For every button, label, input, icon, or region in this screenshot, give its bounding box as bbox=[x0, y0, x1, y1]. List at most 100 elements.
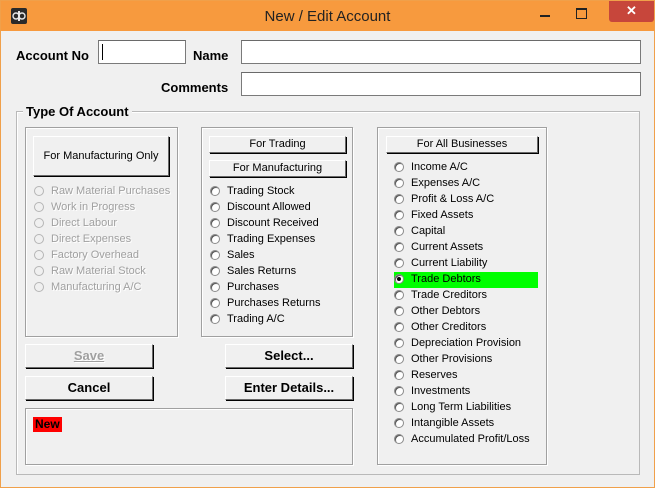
radio-current-liability[interactable]: Current Liability bbox=[394, 256, 538, 272]
radio-circle[interactable] bbox=[394, 434, 404, 444]
radio-circle[interactable] bbox=[394, 418, 404, 428]
radio-circle[interactable] bbox=[394, 290, 404, 300]
radio-circle[interactable] bbox=[394, 386, 404, 396]
radio-circle bbox=[34, 202, 44, 212]
radio-manufacturing-a-c: Manufacturing A/C bbox=[34, 280, 174, 296]
radio-label: Manufacturing A/C bbox=[51, 281, 142, 293]
radio-capital[interactable]: Capital bbox=[394, 224, 538, 240]
window: New / Edit Account Account No Name Comme… bbox=[0, 0, 655, 488]
radio-circle[interactable] bbox=[210, 234, 220, 244]
radio-purchases-returns[interactable]: Purchases Returns bbox=[210, 296, 348, 312]
radio-long-term-liabilities[interactable]: Long Term Liabilities bbox=[394, 400, 538, 416]
radio-label: Factory Overhead bbox=[51, 249, 140, 261]
for-all-businesses-button[interactable]: For All Businesses bbox=[386, 136, 538, 153]
radio-fixed-assets[interactable]: Fixed Assets bbox=[394, 208, 538, 224]
radio-raw-material-stock: Raw Material Stock bbox=[34, 264, 174, 280]
radio-label: Work in Progress bbox=[51, 201, 136, 213]
radio-expenses-a-c[interactable]: Expenses A/C bbox=[394, 176, 538, 192]
radio-purchases[interactable]: Purchases bbox=[210, 280, 348, 296]
radio-work-in-progress: Work in Progress bbox=[34, 200, 174, 216]
radio-label: Capital bbox=[411, 225, 446, 237]
for-manufacturing-only-button[interactable]: For Manufacturing Only bbox=[33, 136, 169, 176]
radio-label: Purchases bbox=[227, 281, 279, 293]
cancel-button[interactable]: Cancel bbox=[25, 376, 153, 400]
radio-label: Depreciation Provision bbox=[411, 337, 522, 349]
radio-other-debtors[interactable]: Other Debtors bbox=[394, 304, 538, 320]
radio-circle[interactable] bbox=[394, 338, 404, 348]
radio-label: Fixed Assets bbox=[411, 209, 474, 221]
radio-label: Expenses A/C bbox=[411, 177, 481, 189]
account-no-input[interactable] bbox=[98, 40, 186, 64]
radio-reserves[interactable]: Reserves bbox=[394, 368, 538, 384]
radio-circle bbox=[34, 234, 44, 244]
name-input[interactable] bbox=[241, 40, 641, 64]
maximize-icon[interactable] bbox=[568, 5, 594, 21]
radio-label: Trading Stock bbox=[227, 185, 295, 197]
radio-circle[interactable] bbox=[394, 242, 404, 252]
for-trading-button[interactable]: For Trading bbox=[209, 136, 346, 153]
radio-raw-material-purchases: Raw Material Purchases bbox=[34, 184, 174, 200]
title-bar[interactable]: New / Edit Account bbox=[1, 1, 654, 31]
radio-trading-stock[interactable]: Trading Stock bbox=[210, 184, 348, 200]
radio-circle[interactable] bbox=[394, 370, 404, 380]
radio-label: Current Liability bbox=[411, 257, 488, 269]
radio-label: Discount Allowed bbox=[227, 201, 311, 213]
radio-circle[interactable] bbox=[394, 226, 404, 236]
text-cursor bbox=[102, 44, 103, 60]
radio-sales-returns[interactable]: Sales Returns bbox=[210, 264, 348, 280]
radio-circle[interactable] bbox=[210, 186, 220, 196]
for-manufacturing-button[interactable]: For Manufacturing bbox=[209, 160, 346, 177]
radio-circle[interactable] bbox=[394, 210, 404, 220]
radio-circle bbox=[34, 186, 44, 196]
radio-trading-expenses[interactable]: Trading Expenses bbox=[210, 232, 348, 248]
radio-circle[interactable] bbox=[394, 178, 404, 188]
radio-circle[interactable] bbox=[394, 162, 404, 172]
close-icon[interactable] bbox=[609, 1, 654, 22]
radio-circle[interactable] bbox=[210, 266, 220, 276]
radio-current-assets[interactable]: Current Assets bbox=[394, 240, 538, 256]
radio-profit-loss-a-c[interactable]: Profit & Loss A/C bbox=[394, 192, 538, 208]
radio-income-a-c[interactable]: Income A/C bbox=[394, 160, 538, 176]
radio-trade-creditors[interactable]: Trade Creditors bbox=[394, 288, 538, 304]
radio-label: Other Creditors bbox=[411, 321, 487, 333]
radio-other-creditors[interactable]: Other Creditors bbox=[394, 320, 538, 336]
radio-circle[interactable] bbox=[394, 258, 404, 268]
radio-circle[interactable] bbox=[210, 202, 220, 212]
radio-label: Trade Creditors bbox=[411, 289, 488, 301]
comments-input[interactable] bbox=[241, 72, 641, 96]
select-button[interactable]: Select... bbox=[225, 344, 353, 368]
radio-circle[interactable] bbox=[394, 354, 404, 364]
radio-circle[interactable] bbox=[394, 306, 404, 316]
radio-other-provisions[interactable]: Other Provisions bbox=[394, 352, 538, 368]
enter-details-button[interactable]: Enter Details... bbox=[225, 376, 353, 400]
radio-sales[interactable]: Sales bbox=[210, 248, 348, 264]
radio-discount-allowed[interactable]: Discount Allowed bbox=[210, 200, 348, 216]
radio-circle[interactable] bbox=[394, 194, 404, 204]
radio-label: Other Debtors bbox=[411, 305, 481, 317]
radio-label: Profit & Loss A/C bbox=[411, 193, 495, 205]
radio-label: Raw Material Purchases bbox=[51, 185, 171, 197]
radio-circle[interactable] bbox=[210, 250, 220, 260]
radio-circle bbox=[34, 282, 44, 292]
radio-investments[interactable]: Investments bbox=[394, 384, 538, 400]
radio-accumulated-profit-loss[interactable]: Accumulated Profit/Loss bbox=[394, 432, 538, 448]
radio-intangible-assets[interactable]: Intangible Assets bbox=[394, 416, 538, 432]
radio-depreciation-provision[interactable]: Depreciation Provision bbox=[394, 336, 538, 352]
radio-trade-debtors[interactable]: Trade Debtors bbox=[394, 272, 538, 288]
radio-trading-a-c[interactable]: Trading A/C bbox=[210, 312, 348, 328]
radio-discount-received[interactable]: Discount Received bbox=[210, 216, 348, 232]
radio-label: Investments bbox=[411, 385, 471, 397]
save-button[interactable]: Save bbox=[25, 344, 153, 368]
radio-circle[interactable] bbox=[210, 282, 220, 292]
radio-circle[interactable] bbox=[394, 322, 404, 332]
radio-circle[interactable] bbox=[394, 402, 404, 412]
radio-label: Trading Expenses bbox=[227, 233, 316, 245]
radio-label: Trading A/C bbox=[227, 313, 285, 325]
radio-circle[interactable] bbox=[210, 298, 220, 308]
radio-label: Accumulated Profit/Loss bbox=[411, 433, 530, 445]
minimize-icon[interactable] bbox=[532, 5, 558, 21]
radio-circle[interactable] bbox=[210, 218, 220, 228]
radio-circle[interactable] bbox=[210, 314, 220, 324]
radio-label: Trade Debtors bbox=[411, 273, 481, 285]
radio-circle[interactable] bbox=[394, 274, 404, 284]
